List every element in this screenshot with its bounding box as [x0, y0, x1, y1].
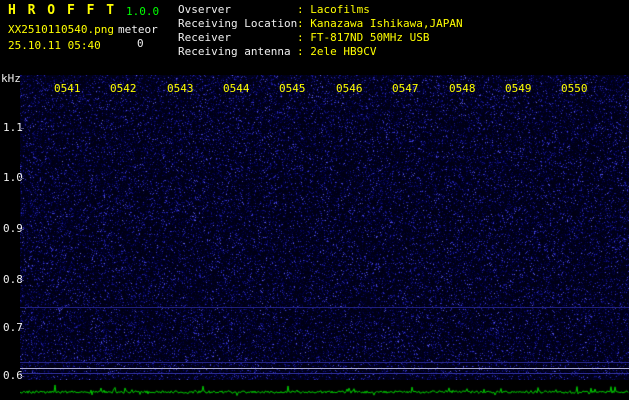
time-tick-label: 0543 — [167, 82, 194, 95]
freq-tick-label: 0.9 — [3, 223, 23, 235]
location-value: : Kanazawa Ishikawa,JAPAN — [297, 17, 463, 31]
timestamp: 25.10.11 05:40 — [8, 39, 101, 52]
time-tick-label: 0548 — [449, 82, 476, 95]
receiver-value: : FT-817ND 50MHz USB — [297, 31, 429, 45]
freq-tick-label: 0.8 — [3, 274, 23, 286]
antenna-value: : 2ele HB9CV — [297, 45, 376, 59]
info-row-antenna: Receiving antenna : 2ele HB9CV — [178, 45, 463, 59]
freq-tick-label: 0.7 — [3, 322, 23, 334]
app-title: H R O F F T — [8, 3, 116, 18]
time-tick-label: 0541 — [54, 82, 81, 95]
location-label: Receiving Location — [178, 17, 297, 31]
freq-tick-label: 1.0 — [3, 172, 23, 184]
time-tick-label: 0547 — [392, 82, 419, 95]
time-tick-label: 0550 — [561, 82, 588, 95]
signal-trace-canvas — [20, 380, 629, 400]
spectrogram: 0541 0542 0543 0544 0545 0546 0547 0548 0549 0550 — [20, 75, 629, 380]
time-tick-label: 0542 — [110, 82, 137, 95]
signal-strip — [20, 380, 629, 400]
hrofft-screen: H R O F F T 1.0.0 XX2510110540.png meteo… — [0, 0, 629, 400]
antenna-label: Receiving antenna — [178, 45, 297, 59]
time-tick-label: 0545 — [279, 82, 306, 95]
meteor-count: 0 — [137, 37, 144, 50]
observer-value: : Lacofilms — [297, 3, 370, 17]
frequency-axis: kHz 1.1 1.0 0.9 0.8 0.7 0.6 — [0, 0, 20, 400]
time-tick-label: 0544 — [223, 82, 250, 95]
time-tick-label: 0549 — [505, 82, 532, 95]
time-axis: 0541 0542 0543 0544 0545 0546 0547 0548 0549 0550 — [20, 75, 629, 380]
time-tick-label: 0546 — [336, 82, 363, 95]
app-version: 1.0.0 — [126, 5, 159, 18]
station-info: Ovserver : Lacofilms Receiving Location … — [178, 3, 463, 59]
info-row-receiver: Receiver : FT-817ND 50MHz USB — [178, 31, 463, 45]
info-row-observer: Ovserver : Lacofilms — [178, 3, 463, 17]
freq-axis-unit: kHz — [1, 73, 21, 85]
receiver-label: Receiver — [178, 31, 297, 45]
info-row-location: Receiving Location : Kanazawa Ishikawa,J… — [178, 17, 463, 31]
output-filename: XX2510110540.png — [8, 23, 114, 36]
observer-label: Ovserver — [178, 3, 297, 17]
freq-tick-label: 1.1 — [3, 122, 23, 134]
meteor-label: meteor — [118, 23, 158, 36]
